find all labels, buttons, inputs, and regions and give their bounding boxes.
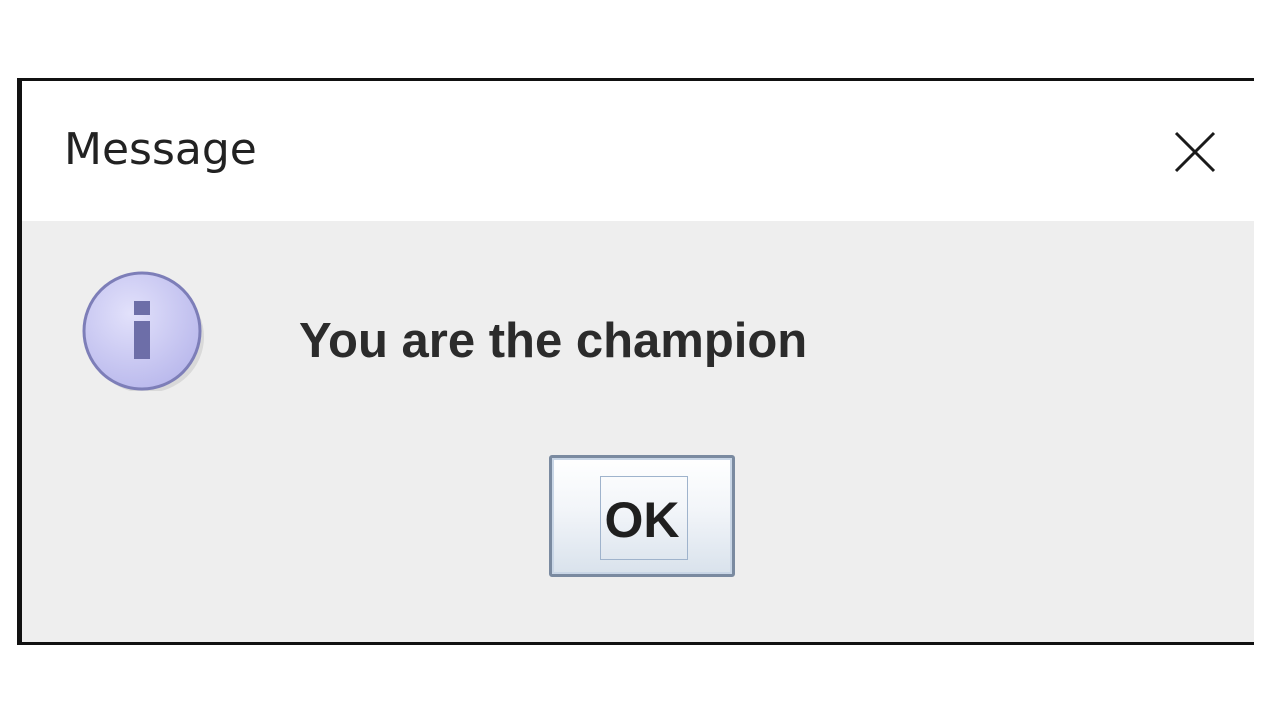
message-dialog: Message You are the champion OK (17, 78, 1254, 645)
close-button[interactable] (1154, 107, 1234, 195)
dialog-body: You are the champion OK (22, 221, 1254, 642)
ok-button-label: OK (604, 492, 680, 548)
title-bar: Message (22, 81, 1254, 221)
dialog-message: You are the champion (299, 314, 808, 368)
info-icon (82, 271, 204, 391)
ok-button[interactable]: OK (549, 455, 735, 577)
dialog-title: Message (64, 124, 257, 175)
close-icon (1174, 131, 1216, 173)
